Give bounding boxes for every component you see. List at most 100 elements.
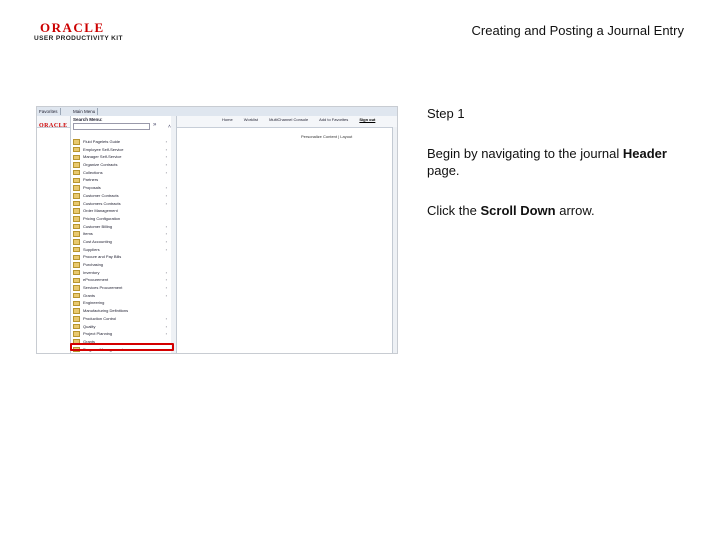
- folder-icon: [73, 262, 80, 268]
- oracle-upk-logo: ORACLE USER PRODUCTIVITY KIT: [34, 20, 126, 48]
- step-number: Step 1: [427, 106, 465, 121]
- menu-item[interactable]: Project Planning ›: [73, 330, 169, 338]
- menu-item[interactable]: Fluid Pagelets Guide ›: [73, 138, 169, 146]
- instruction-click: Click the Scroll Down arrow.: [427, 202, 687, 219]
- menu-item[interactable]: Cost Accounting ›: [73, 238, 169, 246]
- menu-item[interactable]: Customer Contracts ›: [73, 192, 169, 200]
- nav-add-favorites-link[interactable]: Add to Favorites: [319, 117, 348, 122]
- menu-item-label: Order Management: [83, 208, 118, 214]
- submenu-arrow-icon: ›: [165, 162, 167, 168]
- submenu-arrow-icon: ›: [165, 185, 167, 191]
- document-title: Creating and Posting a Journal Entry: [471, 23, 684, 38]
- menu-item-label: Collections: [83, 169, 103, 175]
- folder-icon: [73, 177, 80, 184]
- menu-item[interactable]: Organize Contracts ›: [73, 161, 169, 169]
- folder-icon: [73, 200, 80, 207]
- menu-item[interactable]: Manufacturing Definitions: [73, 307, 169, 315]
- menu-item-list: Fluid Pagelets Guide › Employee Self-Servi…: [73, 138, 169, 353]
- menu-item[interactable]: Services Procurement ›: [73, 284, 169, 292]
- personalize-link[interactable]: Personalize Content | Layout: [301, 134, 352, 139]
- folder-icon: [73, 292, 80, 299]
- menu-item-label: Partners: [83, 177, 99, 183]
- page-scrollbar[interactable]: [392, 127, 397, 353]
- search-go-icon[interactable]: »: [153, 122, 156, 128]
- submenu-arrow-icon: ›: [165, 200, 167, 206]
- menu-item[interactable]: Quality ›: [73, 323, 169, 331]
- menu-item[interactable]: Grants ›: [73, 292, 169, 300]
- menu-item[interactable]: Procure and Pay Bills: [73, 253, 169, 261]
- menu-item[interactable]: Customer Billing ›: [73, 223, 169, 231]
- tab-favorites[interactable]: Favorites: [37, 108, 61, 115]
- menu-item-label: eProcurement: [83, 277, 109, 283]
- menu-item-label: Engineering: [83, 300, 105, 306]
- instruction-text: arrow.: [559, 203, 595, 218]
- folder-icon: [73, 231, 80, 237]
- nav-sign-out-link[interactable]: Sign out: [359, 117, 375, 122]
- folder-icon: [73, 208, 80, 214]
- menu-item[interactable]: Items ›: [73, 230, 169, 238]
- menu-item-label: Production Control: [83, 315, 117, 321]
- menu-item-label: Manufacturing Definitions: [83, 308, 129, 314]
- submenu-arrow-icon: ›: [165, 223, 167, 229]
- nav-worklist-link[interactable]: Worklist: [244, 117, 258, 122]
- folder-icon: [73, 193, 80, 199]
- nav-multichannel-link[interactable]: MultiChannel Console: [269, 117, 308, 122]
- folder-icon: [73, 300, 80, 307]
- instruction-text: Click the: [427, 203, 477, 218]
- menu-scrollbar[interactable]: [171, 116, 177, 353]
- folder-icon: [73, 154, 80, 161]
- menu-item-label: Inventory: [83, 269, 100, 275]
- nav-home-link[interactable]: Home: [222, 117, 233, 122]
- folder-icon: [73, 323, 80, 330]
- scroll-down-arrow-highlight[interactable]: [70, 343, 174, 351]
- menu-item[interactable]: Suppliers ›: [73, 246, 169, 254]
- submenu-arrow-icon: ›: [165, 146, 167, 152]
- menu-item[interactable]: eProcurement ›: [73, 276, 169, 284]
- menu-item[interactable]: Employee Self-Service ›: [73, 146, 169, 154]
- folder-icon: [73, 216, 80, 222]
- submenu-arrow-icon: ›: [165, 231, 167, 237]
- folder-icon: [73, 239, 80, 245]
- menu-item[interactable]: Manager Self-Service ›: [73, 153, 169, 161]
- brand-wordmark: ORACLE: [40, 20, 105, 35]
- tab-main-menu[interactable]: Main Menu: [71, 108, 99, 115]
- menu-item[interactable]: Pricing Configuration: [73, 215, 169, 223]
- menu-item[interactable]: Customers Contracts ›: [73, 200, 169, 208]
- menu-item-label: Grants: [83, 292, 96, 298]
- menu-item[interactable]: Order Management: [73, 207, 169, 215]
- menu-item[interactable]: Proposals ›: [73, 184, 169, 192]
- folder-icon: [73, 277, 80, 284]
- submenu-arrow-icon: ›: [165, 192, 167, 198]
- submenu-arrow-icon: ›: [165, 246, 167, 252]
- menu-item-label: Services Procurement: [83, 285, 123, 291]
- instruction-text: Begin by navigating to the journal: [427, 146, 620, 161]
- folder-icon: [73, 246, 80, 253]
- menu-item[interactable]: Purchasing: [73, 261, 169, 269]
- instruction-emphasis: Header: [622, 146, 667, 161]
- instruction-panel: Step 1 Begin by navigating to the journa…: [427, 105, 687, 219]
- application-screenshot: Favorites Main Menu ORACLE Home Worklist…: [36, 106, 398, 354]
- folder-icon: [73, 308, 80, 314]
- menu-search-input[interactable]: [73, 123, 150, 130]
- submenu-arrow-icon: ›: [165, 292, 167, 298]
- menu-item[interactable]: Partners: [73, 176, 169, 184]
- menu-item[interactable]: Collections ›: [73, 169, 169, 177]
- menu-item-label: Project Planning: [83, 331, 113, 337]
- folder-icon: [73, 223, 80, 230]
- main-menu-dropdown: Search Menu: » ˄ Fluid Pagelets Guide › Em…: [70, 116, 172, 353]
- folder-icon: [73, 316, 80, 322]
- menu-item[interactable]: Inventory ›: [73, 269, 169, 277]
- menu-item[interactable]: Production Control ›: [73, 315, 169, 323]
- submenu-arrow-icon: ›: [165, 169, 167, 175]
- submenu-arrow-icon: ›: [165, 238, 167, 244]
- menu-item-label: Suppliers: [83, 246, 100, 252]
- menu-item[interactable]: Engineering: [73, 299, 169, 307]
- menu-item-label: Employee Self-Service: [83, 146, 124, 152]
- menu-item-label: Quality: [83, 323, 96, 329]
- folder-icon: [73, 139, 80, 145]
- folder-icon: [73, 162, 80, 168]
- menu-item-label: Cost Accounting: [83, 238, 112, 244]
- submenu-arrow-icon: ›: [165, 277, 167, 283]
- submenu-arrow-icon: ›: [165, 139, 167, 144]
- menu-item-label: Proposals: [83, 185, 101, 191]
